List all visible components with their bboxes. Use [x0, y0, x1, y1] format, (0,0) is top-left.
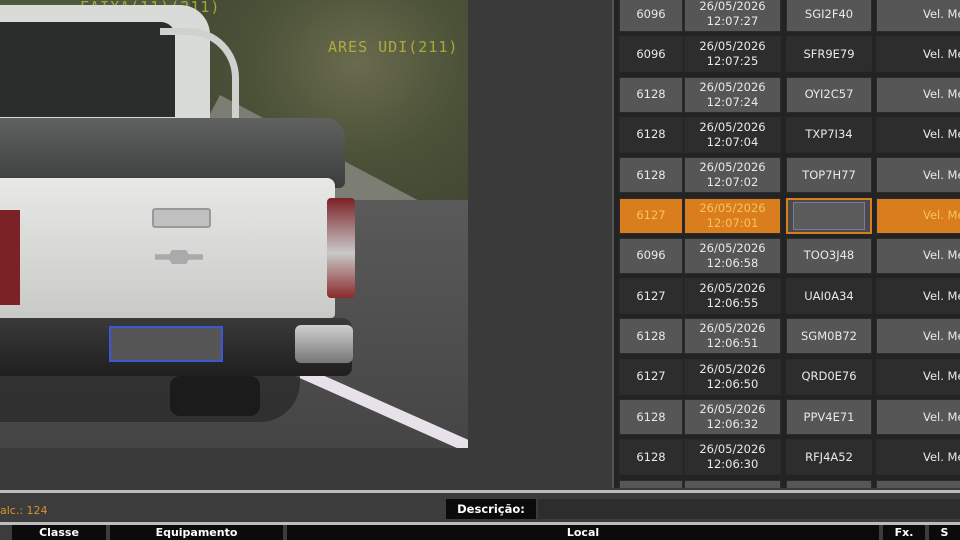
column-header-s[interactable]: S: [929, 525, 960, 540]
datetime-cell: 26/05/2026 12:07:04: [684, 116, 781, 153]
equipment-code-cell: 6128: [619, 76, 683, 113]
plate-cell: SGM0B72: [786, 318, 872, 355]
infraction-type-cell: Vel. Mé: [876, 278, 960, 315]
equipment-code-cell: 6128: [619, 318, 683, 355]
vehicle-wheel: [170, 376, 260, 416]
license-plate-box: [109, 326, 223, 362]
column-header-equipamento[interactable]: Equipamento: [110, 525, 283, 540]
plate-cell: QRD0E76: [786, 358, 872, 395]
datetime-cell: 26/05/2026 12:07:01: [684, 197, 781, 234]
equipment-code-cell: 6128: [619, 399, 683, 435]
infraction-type-cell: Vel. Mé: [876, 439, 960, 476]
plate-cell: PPV4E71: [786, 399, 872, 435]
datetime-cell: 26/05/2026 12:06:51: [684, 318, 781, 355]
datetime-cell: 26/05/2026 12:06:58: [684, 237, 781, 274]
infraction-type-cell: Vel. Mé: [876, 399, 960, 435]
infraction-type-cell: Vel. Mé: [876, 197, 960, 234]
table-row[interactable]: 6128 26/05/202612:07:04 TXP7I34 Vel. Mé: [614, 115, 960, 155]
infraction-type-cell: Vel. Mé: [876, 358, 960, 395]
datetime-cell: 26/05/2026 12:06:30: [684, 439, 781, 476]
plate-cell: SFR9E79: [786, 36, 872, 73]
equipment-code-cell: 6128: [619, 439, 683, 476]
column-header-classe[interactable]: Classe: [12, 525, 106, 540]
camera-image: FAIXA(11)(211) ARES UDI(211): [0, 0, 468, 448]
equipment-code-cell: 6128: [619, 157, 683, 194]
column-header-fx[interactable]: Fx.: [883, 525, 925, 540]
table-row-partial[interactable]: [614, 478, 960, 488]
table-row[interactable]: 6128 26/05/202612:06:30 RFJ4A52 Vel. Mé: [614, 437, 960, 477]
truck-taillight-right: [327, 198, 355, 298]
description-label: Descrição:: [446, 499, 536, 519]
plate-cell: TOP7H77: [786, 157, 872, 194]
table-row[interactable]: 6128 26/05/202612:06:32 PPV4E71 Vel. Mé: [614, 397, 960, 437]
plate-cell: SGI2F40: [786, 0, 872, 32]
equipment-code-cell: 6096: [619, 0, 683, 32]
plate-cell: UAI0A34: [786, 278, 872, 315]
plate-cell: TOO3J48: [786, 237, 872, 274]
plate-cell: TXP7I34: [786, 116, 872, 153]
infraction-type-cell: Vel. Mé: [876, 0, 960, 32]
partial-cell: [684, 479, 781, 488]
partial-cell: [786, 479, 872, 488]
equipment-code-cell: 6127: [619, 278, 683, 315]
records-table[interactable]: 6096 26/05/202612:07:27 SGI2F40 Vel. Mé …: [612, 0, 960, 488]
column-header-local[interactable]: Local: [287, 525, 879, 540]
infraction-type-cell: Vel. Mé: [876, 318, 960, 355]
table-row[interactable]: 6096 26/05/202612:06:58 TOO3J48 Vel. Mé: [614, 236, 960, 276]
calc-value: alc.: 124: [0, 504, 48, 517]
table-row[interactable]: 6096 26/05/202612:07:25 SFR9E79 Vel. Mé: [614, 34, 960, 74]
infraction-type-cell: Vel. Mé: [876, 237, 960, 274]
truck-taillight-left: [0, 210, 20, 305]
infraction-type-cell: Vel. Mé: [876, 36, 960, 73]
infraction-type-cell: Vel. Mé: [876, 116, 960, 153]
equipment-code-cell: 6096: [619, 36, 683, 73]
equipment-code-cell: 6127: [619, 358, 683, 395]
table-row[interactable]: 6096 26/05/202612:07:27 SGI2F40 Vel. Mé: [614, 0, 960, 34]
plate-cell: [786, 197, 872, 234]
plate-cell: RFJ4A52: [786, 439, 872, 476]
infraction-type-cell: Vel. Mé: [876, 76, 960, 113]
tailgate-handle: [152, 208, 211, 228]
description-field[interactable]: [538, 499, 960, 519]
truck-window: [0, 22, 175, 117]
table-row-selected[interactable]: 6127 26/05/202612:07:01 Vel. Mé: [614, 196, 960, 236]
equipment-code-cell: 6096: [619, 237, 683, 274]
datetime-cell: 26/05/2026 12:06:55: [684, 278, 781, 315]
plate-cell: OYI2C57: [786, 76, 872, 113]
datetime-cell: 26/05/2026 12:07:25: [684, 36, 781, 73]
bumper-chrome: [295, 325, 353, 363]
partial-cell: [876, 479, 960, 488]
infraction-type-cell: Vel. Mé: [876, 157, 960, 194]
table-row[interactable]: 6127 26/05/202612:06:55 UAI0A34 Vel. Mé: [614, 276, 960, 316]
redacted-plate: [793, 201, 865, 230]
datetime-cell: 26/05/2026 12:07:02: [684, 157, 781, 194]
table-row[interactable]: 6128 26/05/202612:06:51 SGM0B72 Vel. Mé: [614, 316, 960, 356]
table-row[interactable]: 6128 26/05/202612:07:24 OYI2C57 Vel. Mé: [614, 75, 960, 115]
datetime-cell: 26/05/2026 12:06:50: [684, 358, 781, 395]
truck-tailgate: [0, 178, 335, 318]
equipment-code-cell: 6128: [619, 116, 683, 153]
camera-overlay-label: ARES UDI(211): [328, 38, 459, 56]
datetime-cell: 26/05/2026 12:06:32: [684, 399, 781, 435]
table-row[interactable]: 6128 26/05/202612:07:02 TOP7H77 Vel. Mé: [614, 155, 960, 195]
equipment-code-cell: 6127: [619, 197, 683, 234]
table-row[interactable]: 6127 26/05/202612:06:50 QRD0E76 Vel. Mé: [614, 357, 960, 397]
datetime-cell: 26/05/2026 12:07:27: [684, 0, 781, 32]
partial-cell: [619, 479, 683, 488]
datetime-cell: 26/05/2026 12:07:24: [684, 76, 781, 113]
